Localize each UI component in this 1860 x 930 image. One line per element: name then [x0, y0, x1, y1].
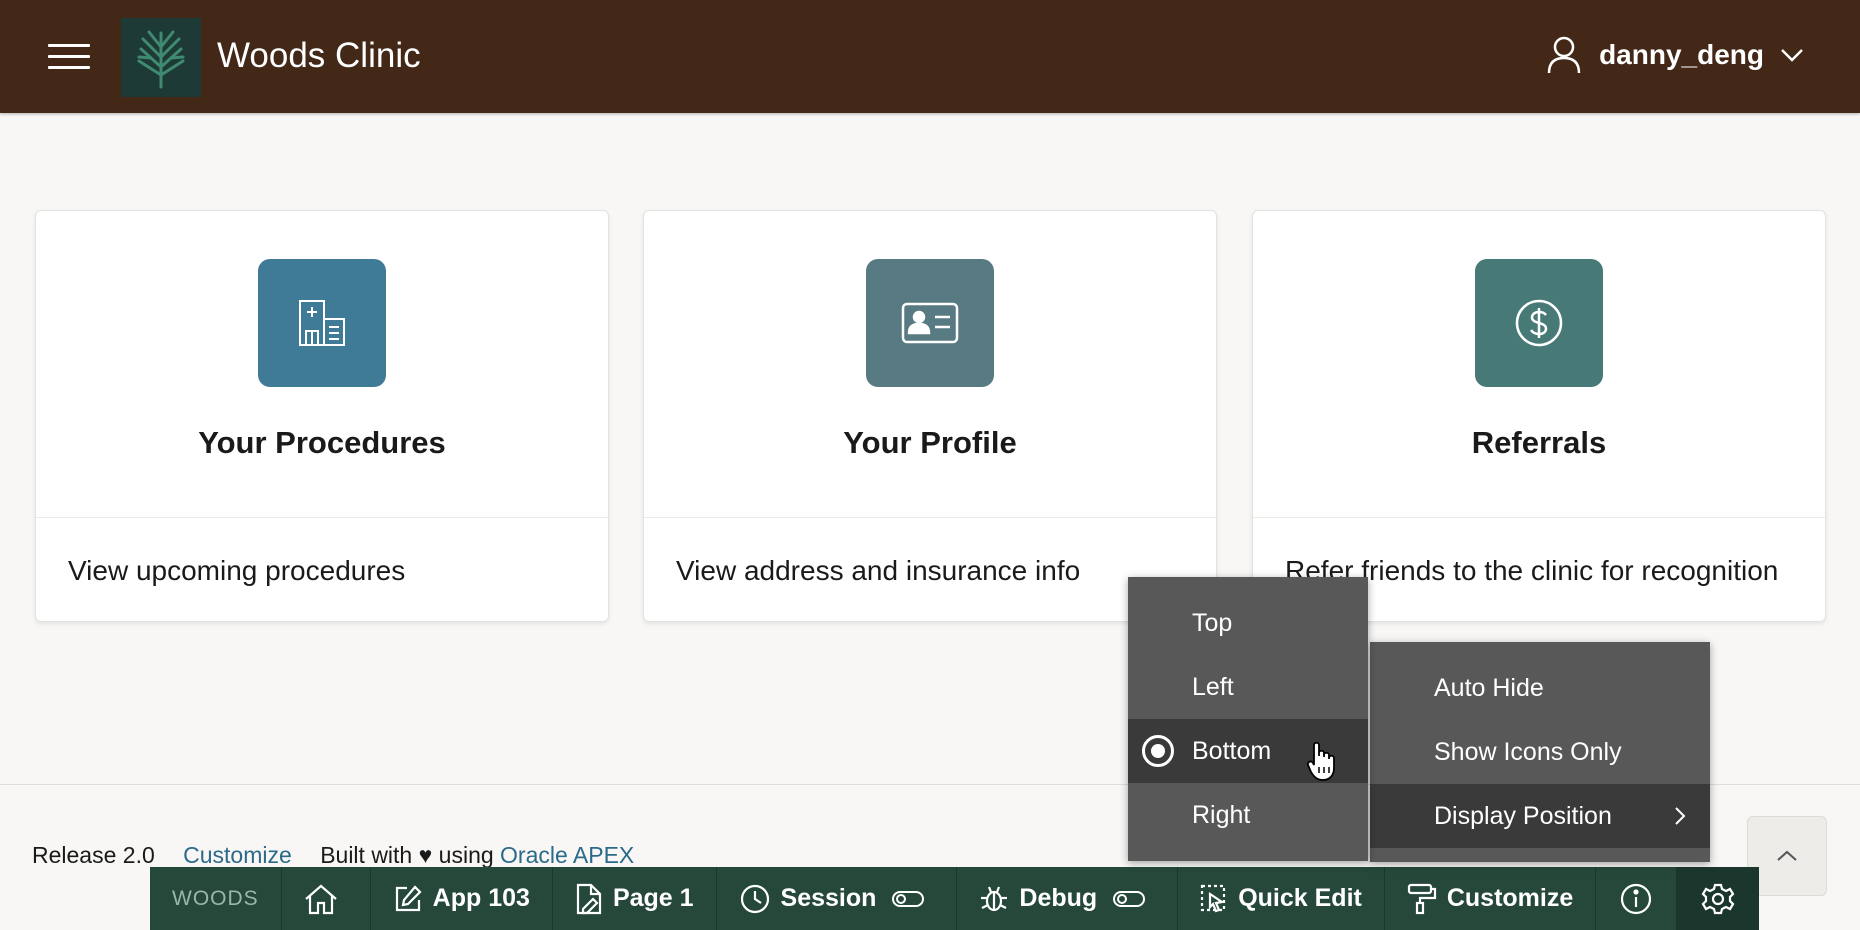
card-subtitle: View upcoming procedures [68, 555, 406, 586]
devbar-app-button[interactable]: App 103 [371, 867, 553, 930]
user-menu[interactable]: danny_deng [1547, 36, 1804, 74]
chevron-up-icon [1777, 850, 1797, 861]
card-your-procedures[interactable]: Your Procedures View upcoming procedures [35, 210, 609, 622]
hospital-icon [258, 259, 386, 387]
card-subtitle: View address and insurance info [676, 555, 1081, 586]
hand-pointer-cursor-icon [1306, 741, 1335, 781]
menu-item-display-position[interactable]: Display Position [1370, 784, 1710, 848]
select-pointer-icon [1201, 884, 1226, 912]
user-name: danny_deng [1599, 39, 1764, 70]
chevron-right-icon [1675, 807, 1686, 825]
devbar-customize-button[interactable]: Customize [1385, 867, 1597, 930]
toggle-icon [892, 890, 925, 907]
devbar-page-label: Page 1 [612, 884, 694, 912]
devbar-session-button[interactable]: Session [717, 867, 958, 930]
user-icon [1547, 36, 1581, 74]
card-divider [644, 517, 1216, 518]
devbar-debug-button[interactable]: Debug [957, 867, 1179, 930]
edit-icon [395, 884, 422, 911]
devbar-home-button[interactable] [282, 867, 371, 930]
card-referrals[interactable]: Referrals Refer friends to the clinic fo… [1252, 210, 1826, 622]
hamburger-menu-icon[interactable] [48, 44, 90, 70]
devbar-quick-edit-label: Quick Edit [1238, 884, 1362, 912]
paint-roller-icon [1407, 883, 1436, 914]
built-with-text: Built with [320, 842, 413, 868]
submenu-item-left[interactable]: Left [1128, 655, 1368, 719]
dollar-circle-icon [1475, 259, 1603, 387]
devbar-customize-label: Customize [1446, 884, 1574, 912]
devbar-quick-edit-button[interactable]: Quick Edit [1178, 867, 1385, 930]
settings-menu: Auto Hide Show Icons Only Display Positi… [1370, 642, 1710, 862]
devbar-brand: WOODS [150, 867, 282, 930]
devbar-app-label: App 103 [432, 884, 530, 912]
menu-item-label: Display Position [1434, 801, 1612, 830]
card-title: Your Procedures [198, 425, 446, 460]
gear-icon [1701, 883, 1735, 914]
tree-logo-icon[interactable] [121, 18, 201, 97]
devbar-page-button[interactable]: Page 1 [553, 867, 717, 930]
clock-icon [740, 884, 769, 913]
submenu-item-top[interactable]: Top [1128, 591, 1368, 655]
card-divider [1253, 517, 1825, 518]
app-title[interactable]: Woods Clinic [217, 36, 421, 76]
submenu-item-label: Bottom [1192, 736, 1272, 765]
devbar-settings-button[interactable] [1677, 867, 1760, 930]
page-edit-icon [576, 883, 602, 914]
devbar-info-button[interactable] [1596, 867, 1678, 930]
customize-link[interactable]: Customize [183, 842, 292, 868]
using-text: using [438, 842, 494, 868]
developer-toolbar: WOODS App 103 Page 1 Session Debug Quick… [150, 867, 1760, 930]
home-icon [304, 884, 337, 914]
app-header: Woods Clinic danny_deng [0, 0, 1860, 113]
submenu-item-right[interactable]: Right [1128, 783, 1368, 847]
heart-icon: ♥ [418, 842, 433, 868]
release-label: Release 2.0 [32, 842, 155, 868]
toggle-icon [1113, 890, 1146, 907]
devbar-debug-label: Debug [1019, 884, 1098, 912]
id-card-icon [866, 259, 994, 387]
footer: Release 2.0 Customize Built with ♥ using… [32, 842, 634, 869]
menu-item-show-icons-only[interactable]: Show Icons Only [1370, 720, 1710, 784]
oracle-apex-link[interactable]: Oracle APEX [500, 842, 634, 868]
menu-item-auto-hide[interactable]: Auto Hide [1370, 656, 1710, 720]
chevron-down-icon [1781, 49, 1803, 62]
devbar-session-label: Session [780, 884, 877, 912]
info-icon [1621, 883, 1652, 914]
bug-icon [981, 886, 1008, 911]
radio-selected-icon [1142, 735, 1174, 767]
card-title: Your Profile [843, 425, 1017, 460]
card-divider [36, 517, 608, 518]
card-title: Referrals [1471, 425, 1607, 460]
card-your-profile[interactable]: Your Profile View address and insurance … [643, 210, 1217, 622]
display-position-submenu: Top Left Bottom Right [1128, 577, 1368, 861]
